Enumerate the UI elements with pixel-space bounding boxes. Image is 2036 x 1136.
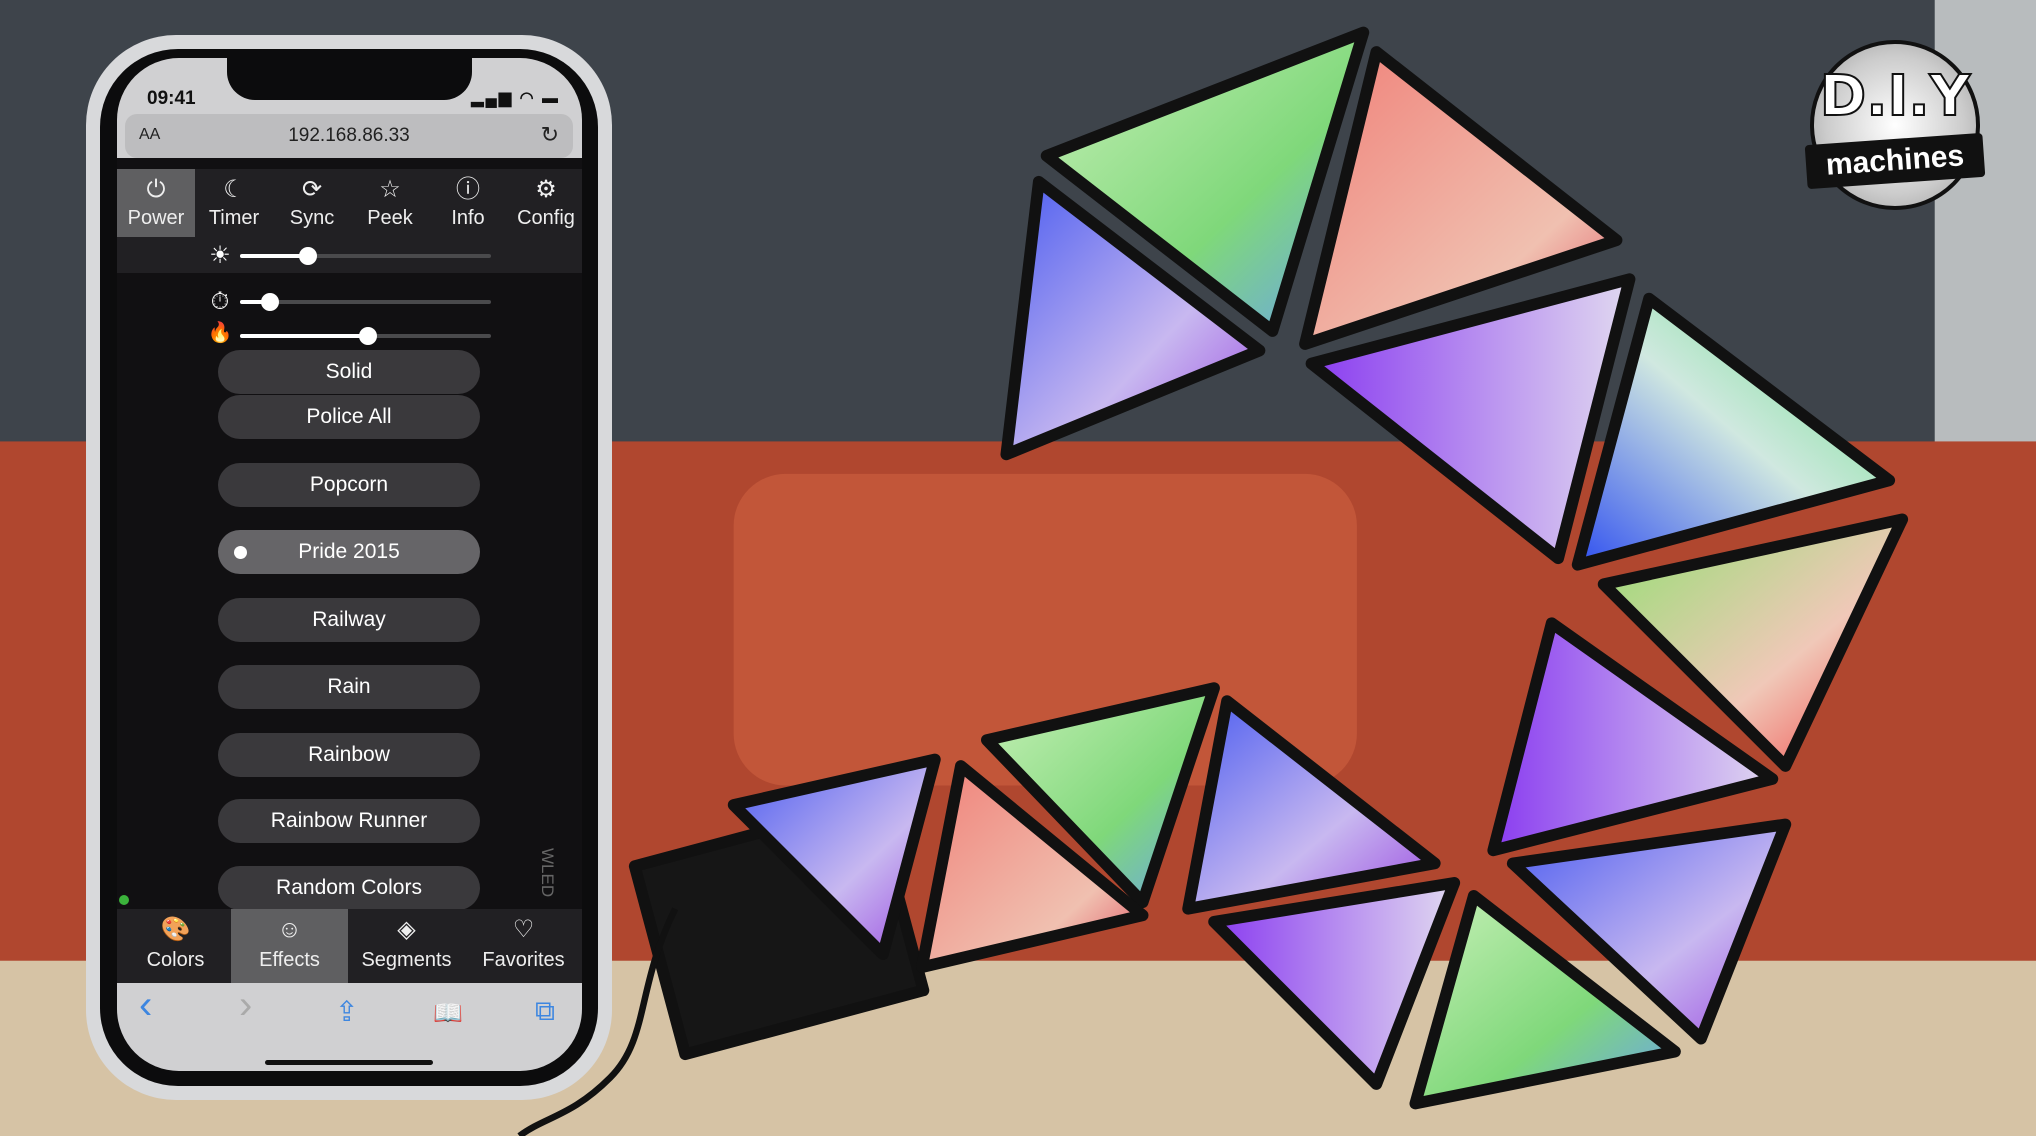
effect-label: Solid — [325, 360, 373, 383]
nav-label: Timer — [208, 207, 260, 229]
effect-label: Police All — [306, 405, 392, 428]
status-bar: 09:41 ▂▄▆ ◠ ▬ AA 192.168.86.33 ↻ — [117, 58, 582, 158]
share-icon[interactable]: ⇪ — [335, 995, 358, 1028]
clock: 09:41 — [147, 88, 196, 109]
effect-rainbow[interactable]: Rainbow — [218, 733, 480, 777]
nav-timer[interactable]: ☾ Timer — [195, 169, 273, 237]
nav-label: Peek — [367, 207, 413, 229]
smiley-icon: ☺ — [277, 916, 302, 943]
nav-label: Config — [517, 207, 575, 229]
top-nav: ⏻ Power ☾ Timer ⟳ Sync ☆ Peek ⓘ Info ⚙ Config … — [117, 169, 582, 273]
slider-fill — [240, 334, 368, 338]
url-text[interactable]: 192.168.86.33 — [125, 125, 573, 147]
effect-popcorn[interactable]: Popcorn — [218, 463, 480, 507]
address-bar[interactable]: AA 192.168.86.33 ↻ — [125, 114, 573, 158]
effect-pride-2015[interactable]: Pride 2015 — [218, 530, 480, 574]
heart-icon: ♡ — [512, 916, 535, 943]
diy-machines-logo: D.I.Y machines — [1804, 40, 1986, 210]
intensity-icon: 🔥 — [207, 322, 233, 344]
home-indicator — [265, 1060, 433, 1065]
slider-fill — [240, 254, 308, 258]
nav-sync[interactable]: ⟳ Sync — [273, 169, 351, 237]
brightness-icon: ☀ — [209, 242, 231, 269]
bookmarks-icon[interactable]: 📖 — [433, 999, 463, 1028]
effect-label: Rainbow Runner — [270, 809, 428, 832]
info-icon: ⓘ — [456, 176, 480, 203]
tab-favorites[interactable]: ♡ Favorites — [465, 909, 582, 983]
phone-screen: 09:41 ▂▄▆ ◠ ▬ AA 192.168.86.33 ↻ ⏻ Power … — [117, 58, 582, 1071]
nav-power[interactable]: ⏻ Power — [117, 169, 195, 237]
star-icon: ☆ — [379, 176, 401, 203]
tab-label: Colors — [146, 949, 205, 971]
effect-rainbow-runner[interactable]: Rainbow Runner — [218, 799, 480, 843]
effect-label: Rain — [327, 675, 371, 698]
nav-peek[interactable]: ☆ Peek — [351, 169, 429, 237]
nav-info[interactable]: ⓘ Info — [429, 169, 507, 237]
nav-label: Sync — [289, 207, 335, 229]
effect-label: Pride 2015 — [298, 540, 400, 563]
tab-segments[interactable]: ◈ Segments — [348, 909, 465, 983]
effect-railway[interactable]: Railway — [218, 598, 480, 642]
moon-icon: ☾ — [223, 176, 245, 203]
speed-icon: ⏱ — [210, 288, 230, 315]
nav-label: Info — [451, 207, 485, 229]
selected-indicator — [234, 546, 247, 559]
speed-slider[interactable] — [240, 293, 491, 311]
signal-wifi-battery-icon: ▂▄▆ ◠ ▬ — [471, 90, 560, 107]
reload-icon[interactable]: ↻ — [541, 122, 559, 148]
forward-icon[interactable]: › — [239, 983, 252, 1028]
slider-thumb[interactable] — [298, 247, 317, 265]
effect-label: Popcorn — [309, 473, 389, 496]
safari-toolbar: ‹ › ⇪ 📖 ⧉ — [117, 983, 582, 1071]
tabs-icon[interactable]: ⧉ — [535, 995, 555, 1028]
effect-solid[interactable]: Solid — [218, 350, 480, 394]
power-icon: ⏻ — [146, 176, 166, 203]
effect-random-colors[interactable]: Random Colors — [218, 866, 480, 910]
effect-label: Rainbow — [308, 743, 390, 766]
tab-effects[interactable]: ☺ Effects — [231, 909, 348, 983]
tab-label: Favorites — [482, 949, 565, 971]
wled-watermark: WLED — [538, 848, 557, 898]
tab-label: Segments — [361, 949, 452, 971]
phone: 09:41 ▂▄▆ ◠ ▬ AA 192.168.86.33 ↻ ⏻ Power … — [86, 35, 612, 1100]
effect-rain[interactable]: Rain — [218, 665, 480, 709]
effect-police-all[interactable]: Police All — [218, 395, 480, 439]
gear-icon: ⚙ — [535, 176, 557, 203]
intensity-slider[interactable] — [240, 327, 491, 345]
back-icon[interactable]: ‹ — [139, 983, 152, 1028]
effect-label: Random Colors — [276, 876, 422, 899]
tab-colors[interactable]: 🎨 Colors — [117, 909, 234, 983]
logo-banner: machines — [1804, 132, 1986, 190]
palette-icon: 🎨 — [160, 916, 191, 943]
layers-icon: ◈ — [397, 916, 416, 943]
tab-label: Effects — [259, 949, 320, 971]
effect-label: Railway — [312, 608, 386, 631]
notch — [227, 58, 472, 100]
nav-label: Power — [127, 207, 185, 229]
bottom-nav: 🎨 Colors ☺ Effects ◈ Segments ♡ Favorites — [117, 909, 582, 983]
connection-status-dot — [119, 895, 129, 905]
slider-thumb[interactable] — [261, 293, 280, 311]
sync-icon: ⟳ — [301, 176, 323, 203]
logo-text: D.I.Y — [1819, 63, 1971, 130]
slider-thumb[interactable] — [359, 327, 377, 345]
brightness-slider[interactable] — [240, 247, 491, 265]
nav-config[interactable]: ⚙ Config — [507, 169, 582, 237]
